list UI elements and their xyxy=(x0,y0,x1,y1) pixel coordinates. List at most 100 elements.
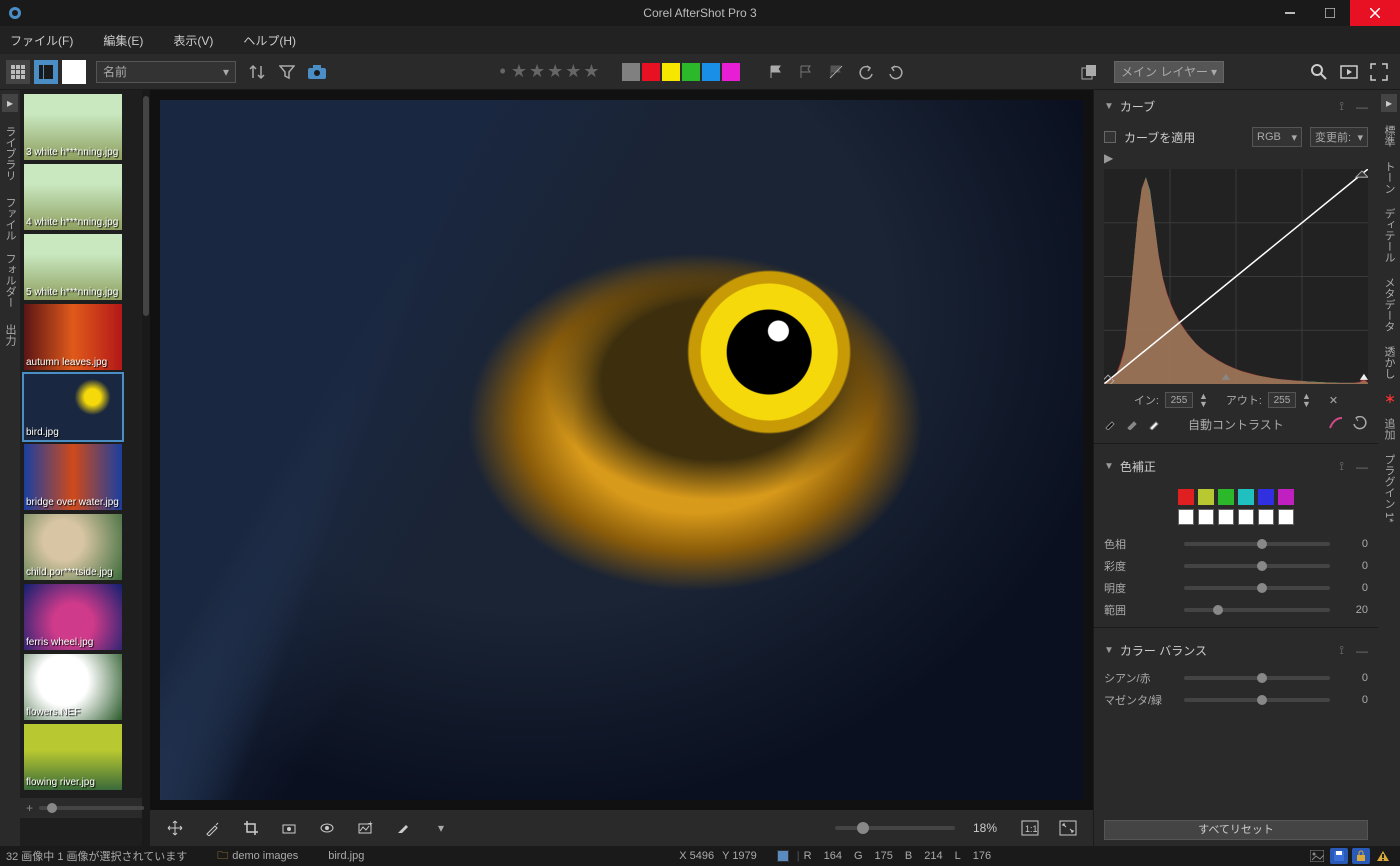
status-image-icon[interactable] xyxy=(1308,848,1326,864)
menu-edit[interactable]: 編集(E) xyxy=(103,32,143,49)
status-file[interactable]: bird.jpg xyxy=(328,850,364,862)
tab-add[interactable]: 追加 xyxy=(1379,411,1399,447)
bri-value[interactable]: 0 xyxy=(1338,582,1368,594)
cc-white-4[interactable] xyxy=(1258,509,1274,525)
camera-icon[interactable] xyxy=(304,59,330,85)
sort-direction-icon[interactable] xyxy=(244,59,270,85)
thumbnail[interactable]: flowers.NEF xyxy=(24,654,122,720)
close-button[interactable] xyxy=(1350,0,1400,26)
star-2[interactable]: ★ xyxy=(529,61,545,82)
redeye-icon[interactable] xyxy=(314,815,340,841)
curve-reset-icon[interactable] xyxy=(1352,416,1368,433)
tab-metadata[interactable]: メタデータ xyxy=(1379,270,1399,339)
region-icon[interactable]: + xyxy=(352,815,378,841)
bri-slider[interactable] xyxy=(1184,586,1330,590)
thumbnail[interactable]: autumn leaves.jpg xyxy=(24,304,122,370)
color-label-0[interactable] xyxy=(622,63,640,81)
curves-header[interactable]: ▼ カーブ ⟟ — xyxy=(1094,90,1378,123)
curve-play-icon[interactable]: ▶ xyxy=(1104,151,1113,165)
cc-white-2[interactable] xyxy=(1218,509,1234,525)
plus-icon[interactable]: + xyxy=(26,801,33,815)
out-value[interactable]: 255 xyxy=(1268,392,1296,408)
pin-icon[interactable]: ⟟ xyxy=(1340,643,1344,658)
status-disk-icon[interactable] xyxy=(1330,848,1348,864)
status-warning-icon[interactable] xyxy=(1374,848,1392,864)
slideshow-icon[interactable] xyxy=(1336,59,1362,85)
thumbnail[interactable]: bridge over water.jpg xyxy=(24,444,122,510)
star-1[interactable]: ★ xyxy=(511,61,527,82)
thumbnail[interactable]: flowing river.jpg xyxy=(24,724,122,790)
tab-add-star[interactable]: ＊ xyxy=(1379,386,1399,411)
color-label-3[interactable] xyxy=(682,63,700,81)
fit-icon[interactable] xyxy=(1055,815,1081,841)
thumbnail[interactable]: ferris wheel.jpg xyxy=(24,584,122,650)
whitebalance-icon[interactable] xyxy=(200,815,226,841)
thumbnail[interactable]: bird.jpg xyxy=(24,374,122,440)
color-label-2[interactable] xyxy=(662,63,680,81)
copy-layer-icon[interactable] xyxy=(1076,59,1102,85)
menu-file[interactable]: ファイル(F) xyxy=(10,32,73,49)
menu-view[interactable]: 表示(V) xyxy=(173,32,213,49)
status-lock-icon[interactable] xyxy=(1352,848,1370,864)
star-4[interactable]: ★ xyxy=(565,61,581,82)
tab-file-folder[interactable]: ファイル フォルダー xyxy=(0,189,20,316)
crop-icon[interactable] xyxy=(238,815,264,841)
pin-icon[interactable]: ⟟ xyxy=(1340,459,1344,474)
filter-icon[interactable] xyxy=(274,59,300,85)
reset-section-icon[interactable]: — xyxy=(1356,644,1368,658)
hue-slider[interactable] xyxy=(1184,542,1330,546)
apply-curves-checkbox[interactable] xyxy=(1104,131,1116,143)
cc-white-3[interactable] xyxy=(1238,509,1254,525)
reset-section-icon[interactable]: — xyxy=(1356,100,1368,114)
flag-reject-icon[interactable] xyxy=(793,59,819,85)
sat-value[interactable]: 0 xyxy=(1338,560,1368,572)
tab-plugin[interactable]: プラグイン 1* xyxy=(1379,447,1399,529)
straighten-icon[interactable] xyxy=(276,815,302,841)
color-label-4[interactable] xyxy=(702,63,720,81)
star-5[interactable]: ★ xyxy=(583,61,599,82)
eyedropper-white-icon[interactable] xyxy=(1148,416,1162,433)
view-single-button[interactable] xyxy=(62,60,86,84)
cc-white-0[interactable] xyxy=(1178,509,1194,525)
right-panel-toggle[interactable]: ▸ xyxy=(1381,94,1397,112)
hue-value[interactable]: 0 xyxy=(1338,538,1368,550)
flag-clear-icon[interactable] xyxy=(823,59,849,85)
delete-point-icon[interactable]: ✕ xyxy=(1329,394,1338,407)
sat-slider[interactable] xyxy=(1184,564,1330,568)
flag-pick-icon[interactable] xyxy=(763,59,789,85)
view-grid-button[interactable] xyxy=(6,60,30,84)
cc-color-5[interactable] xyxy=(1278,489,1294,505)
status-folder[interactable]: demo images xyxy=(232,850,298,862)
scrollbar[interactable] xyxy=(142,90,150,846)
cc-color-2[interactable] xyxy=(1218,489,1234,505)
actual-size-icon[interactable]: 1:1 xyxy=(1017,815,1043,841)
thumbnail[interactable]: 5 white h***nning.jpg xyxy=(24,234,122,300)
color-correction-header[interactable]: ▼ 色補正 ⟟ — xyxy=(1094,450,1378,483)
thumbnails-strip[interactable]: 3 white h***nning.jpg4 white h***nning.j… xyxy=(20,90,145,794)
star-3[interactable]: ★ xyxy=(547,61,563,82)
tab-tone[interactable]: トーン xyxy=(1379,154,1399,201)
color-balance-header[interactable]: ▼ カラー バランス ⟟ — xyxy=(1094,634,1378,667)
menu-help[interactable]: ヘルプ(H) xyxy=(243,32,296,49)
cyan-slider[interactable] xyxy=(1184,676,1330,680)
maximize-button[interactable] xyxy=(1310,0,1350,26)
histogram[interactable] xyxy=(1104,169,1368,384)
rng-slider[interactable] xyxy=(1184,608,1330,612)
view-filmstrip-button[interactable] xyxy=(34,60,58,84)
cc-color-3[interactable] xyxy=(1238,489,1254,505)
magenta-value[interactable]: 0 xyxy=(1338,694,1368,706)
fullscreen-icon[interactable] xyxy=(1366,59,1392,85)
in-stepper-icon[interactable]: ▲▼ xyxy=(1199,392,1208,408)
tab-watermark[interactable]: 透かし xyxy=(1379,339,1399,386)
cc-color-1[interactable] xyxy=(1198,489,1214,505)
tab-detail[interactable]: ディテール xyxy=(1379,201,1399,270)
reset-all-button[interactable]: すべてリセット xyxy=(1104,820,1368,840)
pin-icon[interactable]: ⟟ xyxy=(1340,99,1344,114)
layer-select[interactable]: メイン レイヤー▾ xyxy=(1114,61,1224,83)
channel-select[interactable]: RGB▾ xyxy=(1252,127,1302,147)
tab-output[interactable]: 出力 xyxy=(0,316,20,354)
color-label-1[interactable] xyxy=(642,63,660,81)
cc-color-4[interactable] xyxy=(1258,489,1274,505)
tab-library[interactable]: ライブラリ xyxy=(0,118,20,189)
tool-chevron-down-icon[interactable]: ▾ xyxy=(428,815,454,841)
